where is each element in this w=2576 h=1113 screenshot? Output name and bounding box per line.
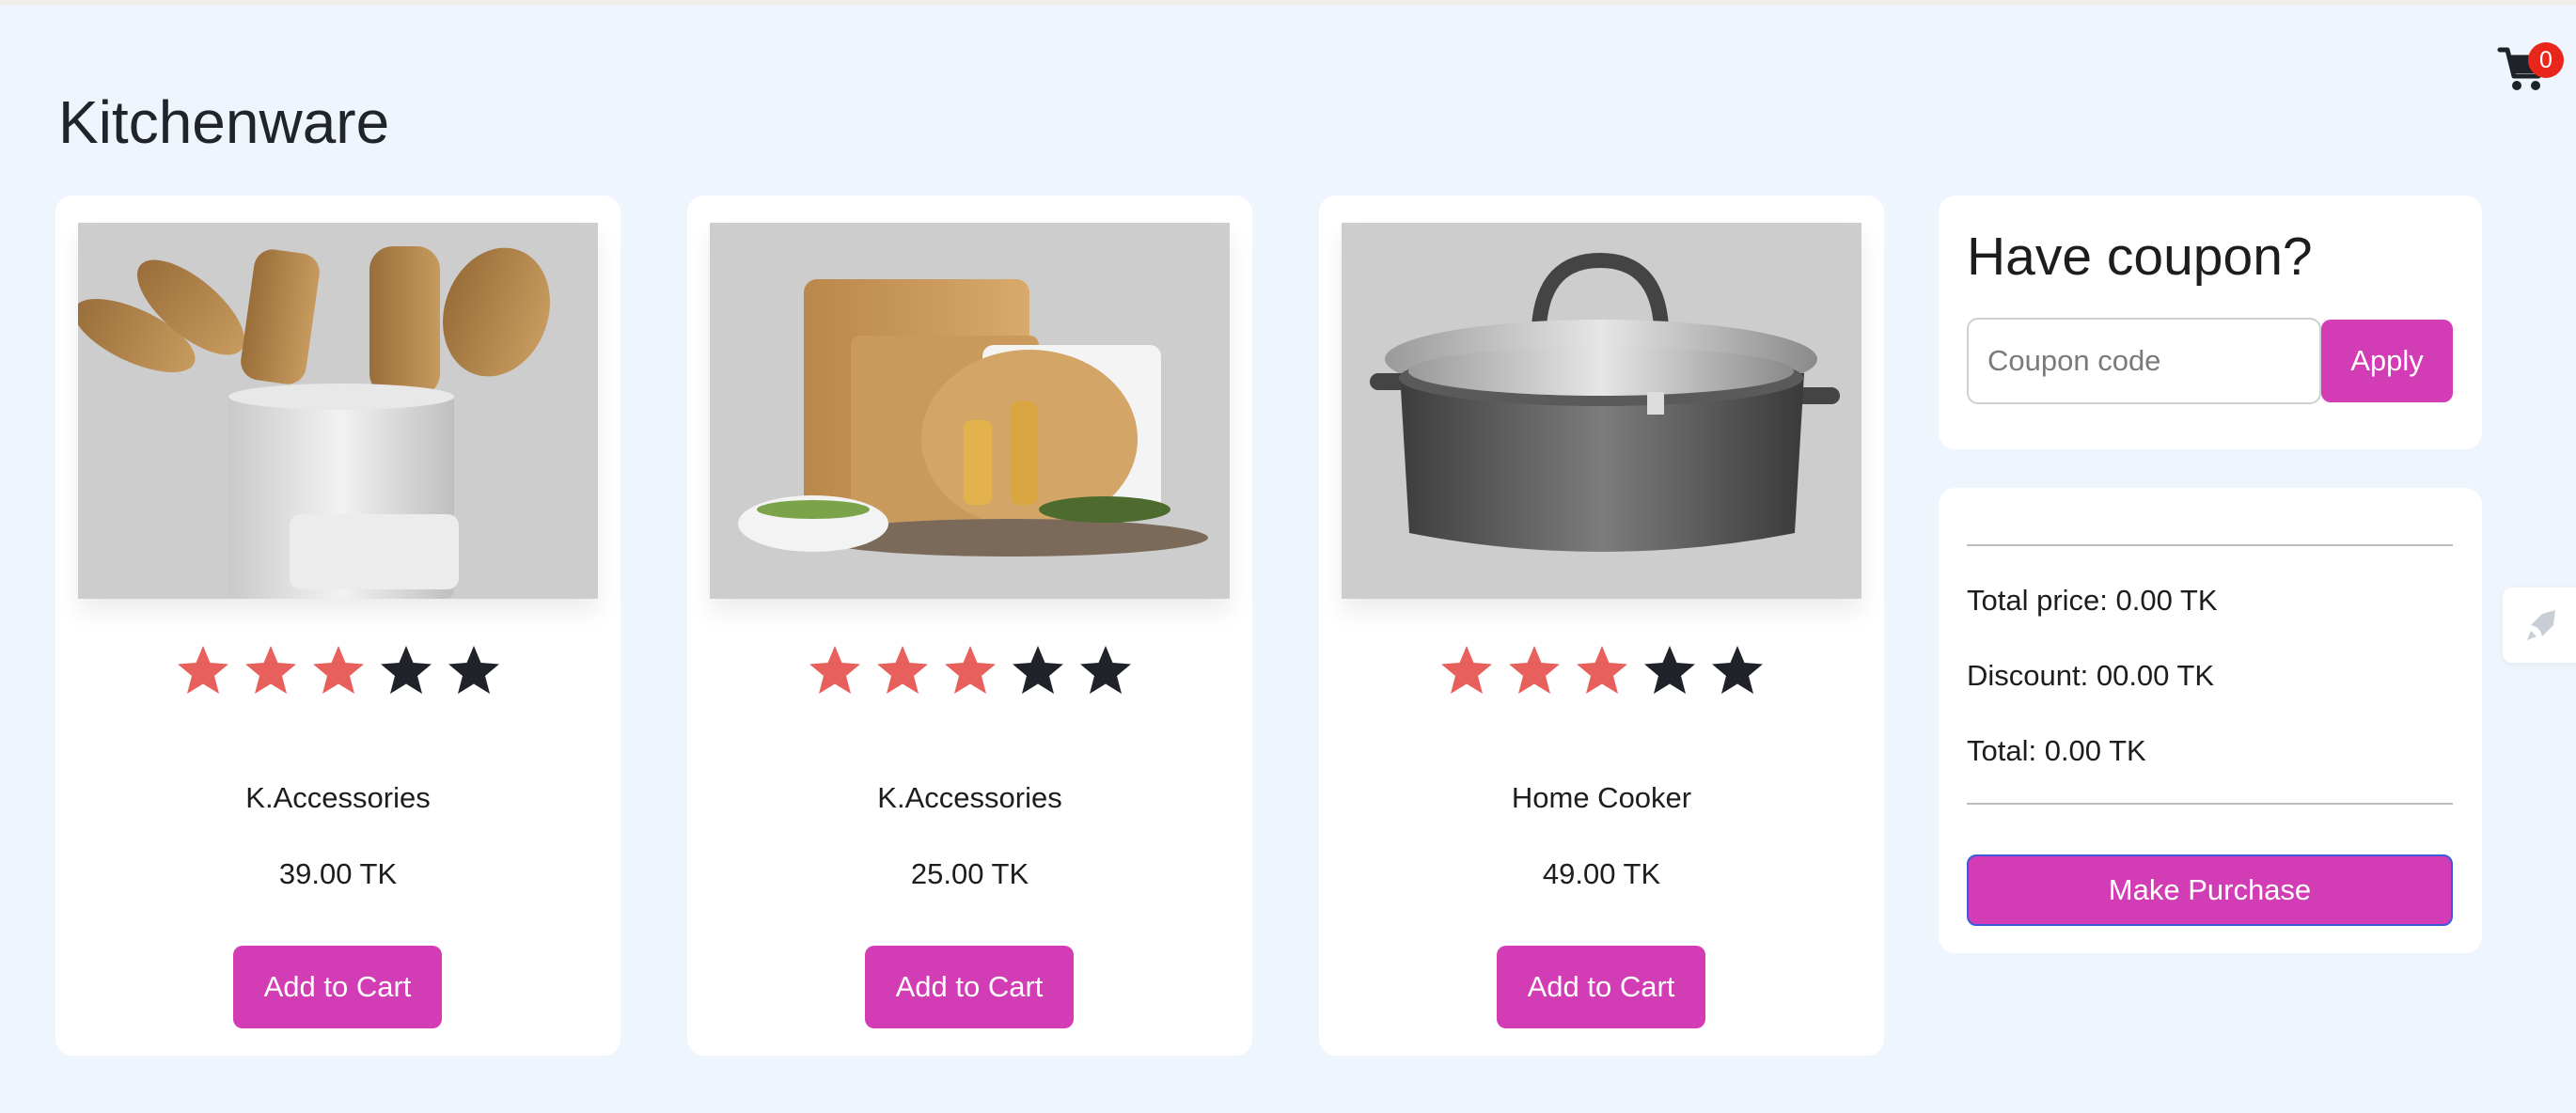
divider [1967, 544, 2453, 546]
total-text: Total: 0.00 TK [1967, 734, 2146, 767]
coupon-code-input[interactable] [1967, 318, 2321, 404]
order-summary-panel: Total price: 0.00 TK Discount: 00.00 TK … [1939, 488, 2482, 953]
star-filled-icon [312, 646, 364, 694]
product-card: K.Accessories 25.00 TK Add to Cart [687, 196, 1252, 1056]
star-empty-icon [1079, 646, 1131, 694]
add-to-cart-button[interactable]: Add to Cart [1497, 946, 1705, 1028]
product-price: 39.00 TK [278, 857, 398, 890]
star-empty-icon [1711, 646, 1763, 694]
rocket-icon [2527, 610, 2555, 640]
product-price: 25.00 TK [910, 857, 1029, 890]
rating-stars [55, 643, 620, 699]
product-image-cooking-pot [1342, 223, 1861, 599]
coupon-panel: Have coupon? Apply [1939, 196, 2482, 449]
product-price: 49.00 TK [1542, 857, 1661, 890]
product-name: Home Cooker [1511, 781, 1692, 814]
product-name: K.Accessories [877, 781, 1062, 814]
total-price-text: Total price: 0.00 TK [1967, 584, 2218, 617]
star-filled-icon [1440, 646, 1492, 694]
rating-stars [1319, 643, 1884, 699]
cart-count-badge: 0 [2528, 42, 2564, 78]
add-to-cart-button[interactable]: Add to Cart [865, 946, 1074, 1028]
star-filled-icon [1576, 646, 1627, 694]
discount-text: Discount: 00.00 TK [1967, 659, 2215, 692]
coupon-title: Have coupon? [1967, 227, 2313, 287]
add-to-cart-button[interactable]: Add to Cart [233, 946, 442, 1028]
star-empty-icon [380, 646, 432, 694]
page-title: Kitchenware [58, 88, 390, 156]
product-card: K.Accessories 39.00 TK Add to Cart [55, 196, 620, 1056]
star-empty-icon [448, 646, 499, 694]
rating-stars [687, 643, 1252, 699]
star-filled-icon [809, 646, 860, 694]
star-empty-icon [1643, 646, 1695, 694]
star-empty-icon [1012, 646, 1063, 694]
divider [1967, 803, 2453, 805]
star-filled-icon [244, 646, 296, 694]
product-image-utensils [78, 223, 598, 599]
make-purchase-button[interactable]: Make Purchase [1967, 854, 2453, 926]
apply-coupon-button[interactable]: Apply [2321, 320, 2453, 402]
floating-side-button[interactable] [2503, 588, 2576, 663]
star-filled-icon [1508, 646, 1560, 694]
star-filled-icon [177, 646, 228, 694]
product-card: Home Cooker 49.00 TK Add to Cart [1319, 196, 1884, 1056]
star-filled-icon [876, 646, 928, 694]
star-filled-icon [944, 646, 996, 694]
cart-button[interactable]: 0 [2496, 42, 2564, 95]
product-name: K.Accessories [245, 781, 431, 814]
product-image-cutting-boards [710, 223, 1230, 599]
